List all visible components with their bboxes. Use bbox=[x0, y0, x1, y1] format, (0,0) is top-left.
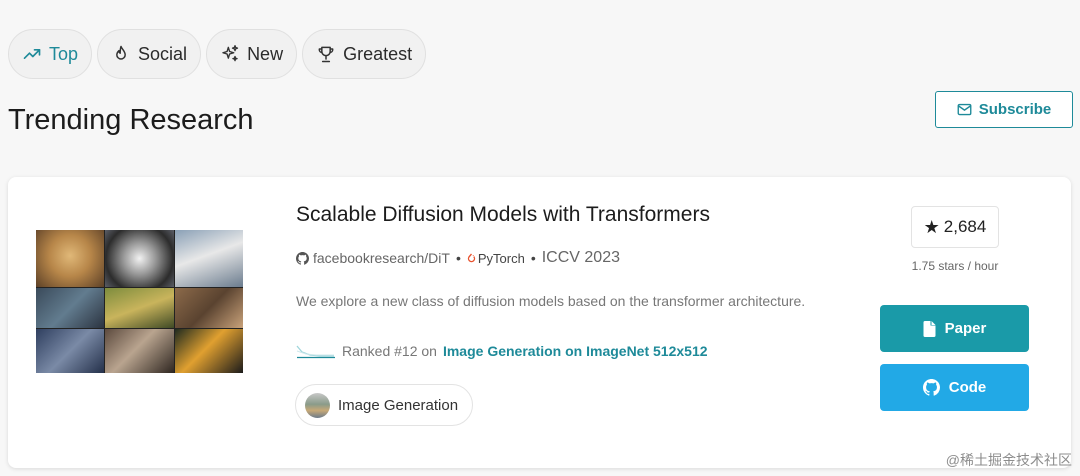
leaderboard-rank: Ranked #12 on Image Generation on ImageN… bbox=[296, 343, 708, 359]
github-icon bbox=[296, 251, 309, 265]
task-thumbnail bbox=[305, 392, 330, 418]
tab-label: New bbox=[247, 43, 284, 64]
paper-button-label: Paper bbox=[944, 320, 987, 337]
paper-card: Scalable Diffusion Models with Transform… bbox=[8, 177, 1071, 468]
flame-icon bbox=[116, 45, 126, 60]
repo-link[interactable]: facebookresearch/DiT bbox=[296, 250, 450, 266]
trending-up-icon bbox=[23, 49, 41, 60]
github-icon bbox=[922, 379, 940, 396]
framework-badge: PyTorch bbox=[467, 251, 525, 266]
tab-label: Greatest bbox=[343, 43, 413, 64]
code-button-label: Code bbox=[948, 379, 987, 396]
star-count: 2,684 bbox=[943, 217, 987, 236]
page-title: Trending Research bbox=[8, 104, 254, 136]
framework-name: PyTorch bbox=[477, 250, 525, 266]
stars-rate: 1.75 stars / hour bbox=[911, 259, 999, 273]
rank-task-link[interactable]: Image Generation on ImageNet 512x512 bbox=[443, 343, 708, 359]
paper-button[interactable]: Paper bbox=[880, 305, 1029, 352]
watermark: @稀土掘金技术社区 bbox=[945, 452, 1072, 468]
star-count-badge[interactable]: ★ 2,684 bbox=[911, 206, 999, 248]
mail-icon bbox=[957, 103, 972, 116]
star-icon: ★ bbox=[923, 216, 940, 237]
tab-label: Social bbox=[138, 43, 188, 64]
tab-greatest[interactable]: Greatest bbox=[302, 29, 427, 79]
filter-tabs: Top Social New Greatest bbox=[8, 29, 427, 79]
task-chip-label: Image Generation bbox=[338, 396, 459, 414]
paper-title[interactable]: Scalable Diffusion Models with Transform… bbox=[296, 203, 710, 227]
paper-abstract: We explore a new class of diffusion mode… bbox=[296, 293, 806, 309]
tab-label: Top bbox=[49, 43, 79, 64]
paper-thumbnail[interactable] bbox=[36, 230, 243, 373]
subscribe-button[interactable]: Subscribe bbox=[935, 91, 1073, 128]
code-button[interactable]: Code bbox=[880, 364, 1029, 411]
separator-dot: • bbox=[530, 250, 536, 266]
sparkles-icon bbox=[222, 45, 239, 62]
trophy-icon bbox=[318, 46, 334, 63]
pytorch-icon bbox=[467, 253, 475, 262]
document-icon bbox=[923, 320, 936, 337]
subscribe-label: Subscribe bbox=[978, 101, 1052, 118]
tab-new[interactable]: New bbox=[206, 29, 298, 79]
sota-chart-icon bbox=[296, 345, 335, 359]
rank-text: Ranked #12 on bbox=[342, 343, 437, 359]
tab-social[interactable]: Social bbox=[97, 29, 202, 79]
separator-dot: • bbox=[455, 250, 461, 266]
venue-label: ICCV 2023 bbox=[541, 249, 620, 266]
repo-name: facebookresearch/DiT bbox=[313, 250, 450, 266]
task-chip[interactable]: Image Generation bbox=[295, 384, 474, 426]
paper-meta: facebookresearch/DiT • PyTorch • ICCV 20… bbox=[296, 249, 620, 267]
tab-top[interactable]: Top bbox=[8, 29, 93, 79]
